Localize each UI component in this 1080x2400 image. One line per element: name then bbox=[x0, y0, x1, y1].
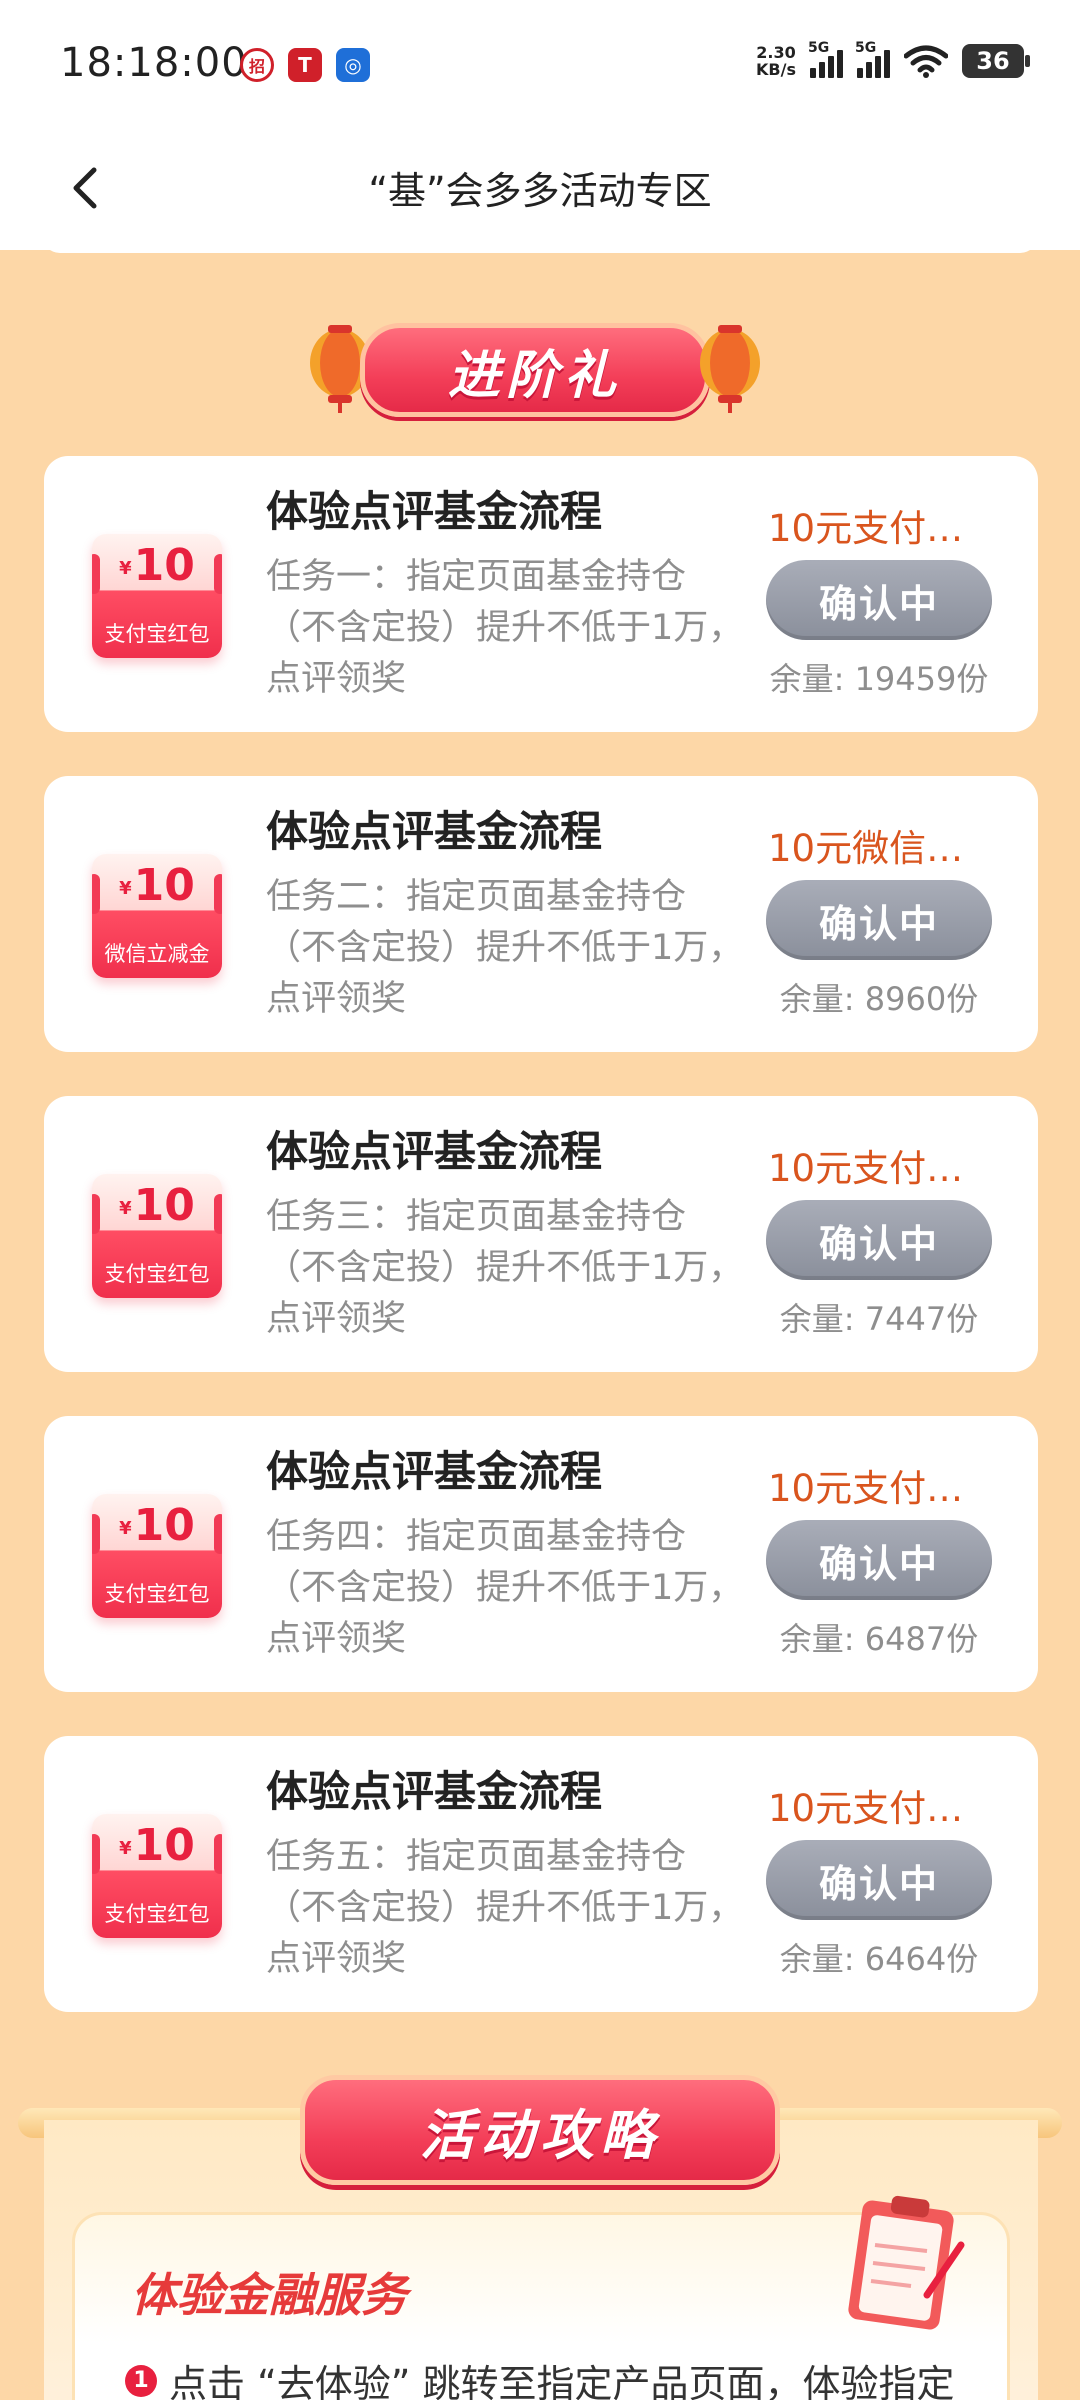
task-title: 体验点评基金流程 bbox=[266, 1767, 603, 1816]
step-text: 点击 “去体验” 跳转至指定产品页面，体验指定 bbox=[169, 2362, 955, 2400]
task-description: 任务四：指定页面基金持仓（不含定投）提升不低于1万，点评领奖 bbox=[266, 1517, 744, 1659]
reward-label: 10元支付… bbox=[768, 1147, 964, 1190]
lantern-right-icon bbox=[700, 325, 760, 413]
wifi-icon bbox=[904, 45, 948, 78]
strategy-step-1: 1 点击 “去体验” 跳转至指定产品页面，体验指定 bbox=[125, 2353, 987, 2400]
task-card-3: ¥10 支付宝红包 体验点评基金流程 任务三：指定页面基金持仓（不含定投）提升不… bbox=[44, 1096, 1038, 1372]
step-number-badge: 1 bbox=[125, 2364, 157, 2397]
reward-label: 10元支付… bbox=[768, 1787, 964, 1830]
task-card-5: ¥10 支付宝红包 体验点评基金流程 任务五：指定页面基金持仓（不含定投）提升不… bbox=[44, 1736, 1038, 2012]
task-title: 体验点评基金流程 bbox=[266, 487, 603, 536]
task-card-1: ¥10 支付宝红包 体验点评基金流程 任务一：指定页面基金持仓（不含定投）提升不… bbox=[44, 456, 1038, 732]
service-title: 体验金融服务 bbox=[131, 2268, 407, 2322]
signal-icon-2: 5G bbox=[855, 40, 890, 78]
strategy-banner: 活动攻略 bbox=[300, 2075, 780, 2185]
service-card: 体验金融服务 1 点击 “去体验” 跳转至指定产品页面，体验指定 bbox=[72, 2195, 1010, 2400]
reward-label: 10元微信… bbox=[768, 827, 964, 870]
section-ribbon: 进阶礼 bbox=[360, 323, 710, 417]
confirm-button[interactable]: 确认中 bbox=[766, 1840, 992, 1920]
red-app-icon: T bbox=[288, 48, 322, 82]
task-card-4: ¥10 支付宝红包 体验点评基金流程 任务四：指定页面基金持仓（不含定投）提升不… bbox=[44, 1416, 1038, 1692]
status-time: 18:18:00 bbox=[60, 40, 248, 86]
coupon-label: 支付宝红包 bbox=[104, 1902, 210, 1926]
signal-icon-1: 5G bbox=[808, 40, 843, 78]
reward-label: 10元支付… bbox=[768, 507, 964, 550]
reward-label: 10元支付… bbox=[768, 1467, 964, 1510]
coupon-label: 微信立减金 bbox=[104, 942, 210, 966]
status-bar: 18:18:00 招 T ◎ 2.30 KB/s 5G 5G 36 bbox=[0, 0, 1080, 130]
coupon-icon: ¥10 微信立减金 bbox=[92, 854, 222, 978]
coupon-icon: ¥10 支付宝红包 bbox=[92, 1174, 222, 1298]
confirm-button[interactable]: 确认中 bbox=[766, 1200, 992, 1280]
strategy-title: 活动攻略 bbox=[420, 2103, 660, 2167]
coupon-icon: ¥10 支付宝红包 bbox=[92, 534, 222, 658]
coupon-label: 支付宝红包 bbox=[104, 1262, 210, 1286]
nav-header: “基”会多多活动专区 bbox=[0, 130, 1080, 250]
stock-count: 余量: 19459份 bbox=[769, 660, 989, 698]
coupon-amount: ¥10 bbox=[119, 860, 195, 911]
previous-section-edge bbox=[42, 235, 1038, 253]
coupon-amount: ¥10 bbox=[119, 540, 195, 591]
coupon-amount: ¥10 bbox=[119, 1820, 195, 1871]
coupon-icon: ¥10 支付宝红包 bbox=[92, 1814, 222, 1938]
task-description: 任务二：指定页面基金持仓（不含定投）提升不低于1万，点评领奖 bbox=[266, 877, 744, 1019]
task-description: 任务一：指定页面基金持仓（不含定投）提升不低于1万，点评领奖 bbox=[266, 557, 744, 699]
network-speed: 2.30 KB/s bbox=[756, 43, 796, 79]
stock-count: 余量: 7447份 bbox=[779, 1300, 979, 1338]
page-title: “基”会多多活动专区 bbox=[368, 169, 712, 213]
stock-count: 余量: 6487份 bbox=[779, 1620, 979, 1658]
confirm-button[interactable]: 确认中 bbox=[766, 1520, 992, 1600]
coupon-icon: ¥10 支付宝红包 bbox=[92, 1494, 222, 1618]
stock-count: 余量: 6464份 bbox=[779, 1940, 979, 1978]
stock-count: 余量: 8960份 bbox=[779, 980, 979, 1018]
coupon-amount: ¥10 bbox=[119, 1180, 195, 1231]
coupon-label: 支付宝红包 bbox=[104, 1582, 210, 1606]
status-right: 2.30 KB/s 5G 5G 36 bbox=[756, 40, 1030, 79]
coupon-amount: ¥10 bbox=[119, 1500, 195, 1551]
battery-icon: 36 bbox=[962, 44, 1030, 78]
blue-app-icon: ◎ bbox=[336, 48, 370, 82]
coupon-label: 支付宝红包 bbox=[104, 622, 210, 646]
task-title: 体验点评基金流程 bbox=[266, 1447, 603, 1496]
confirm-button[interactable]: 确认中 bbox=[766, 560, 992, 640]
status-app-icons: 招 T ◎ bbox=[240, 48, 370, 82]
task-card-2: ¥10 微信立减金 体验点评基金流程 任务二：指定页面基金持仓（不含定投）提升不… bbox=[44, 776, 1038, 1052]
task-title: 体验点评基金流程 bbox=[266, 1127, 603, 1176]
section-banner: 进阶礼 bbox=[300, 305, 770, 435]
task-description: 任务五：指定页面基金持仓（不含定投）提升不低于1万，点评领奖 bbox=[266, 1837, 744, 1979]
clipboard-icon bbox=[848, 2195, 965, 2330]
task-description: 任务三：指定页面基金持仓（不含定投）提升不低于1万，点评领奖 bbox=[266, 1197, 744, 1339]
task-title: 体验点评基金流程 bbox=[266, 807, 603, 856]
bank-app-icon: 招 bbox=[240, 48, 274, 82]
section-title: 进阶礼 bbox=[447, 345, 622, 406]
confirm-button[interactable]: 确认中 bbox=[766, 880, 992, 960]
